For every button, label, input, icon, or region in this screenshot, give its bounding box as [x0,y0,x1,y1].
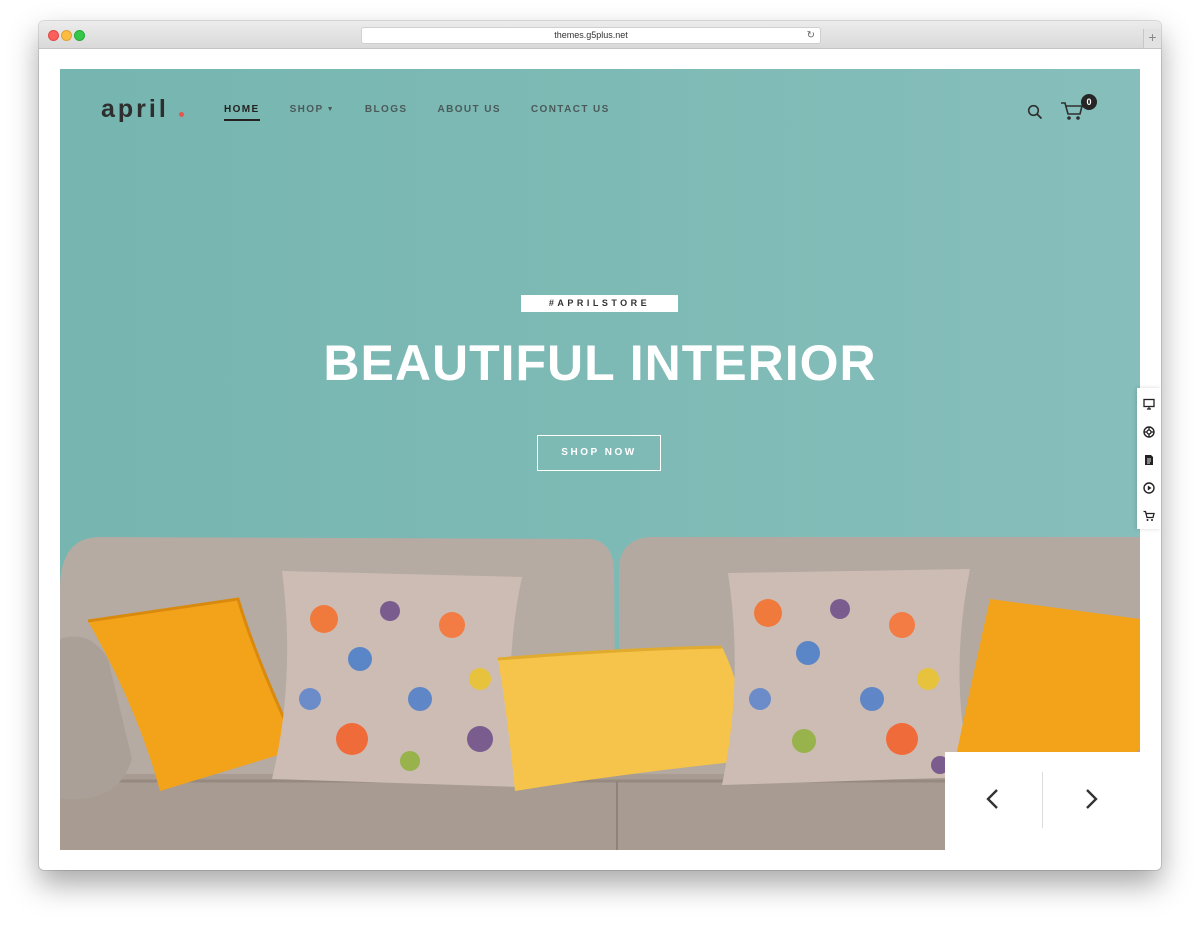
lifebuoy-icon[interactable] [1143,426,1155,438]
side-toolbar [1137,388,1161,529]
new-tab-button[interactable]: + [1143,29,1161,48]
nav-home-label: HOME [224,104,260,115]
browser-toolbar: themes.g5plus.net ↻ + [39,21,1161,49]
nav-about-us[interactable]: ABOUT US [437,104,500,121]
hero-headline: BEAUTIFUL INTERIOR [323,335,877,391]
nav-contact-us-label: CONTACT US [530,104,610,115]
url-text: themes.g5plus.net [554,30,628,40]
slider-controls [945,752,1140,850]
main-nav: HOME SHOP ▼ BLOGS ABOUT US CONTACT US [224,104,640,121]
zoom-window-button[interactable] [74,30,85,41]
chevron-left-icon[interactable] [982,786,1004,812]
logo-dot [179,112,184,117]
cart-count-badge: 0 [1081,94,1097,110]
hero-section: april HOME SHOP ▼ BLOGS ABOUT US CONTACT … [60,69,1140,850]
nav-shop-label: SHOP [289,104,324,115]
search-icon[interactable] [1027,104,1043,120]
logo-text: april [101,95,169,123]
monitor-icon[interactable] [1143,398,1155,410]
slider-divider [1042,772,1043,828]
hero-tag: #APRILSTORE [521,295,678,312]
browser-window: themes.g5plus.net ↻ + april HOME SHOP ▼ … [39,21,1161,870]
document-icon[interactable] [1143,454,1155,466]
nav-contact-us[interactable]: CONTACT US [531,104,610,121]
close-window-button[interactable] [48,30,59,41]
reload-icon[interactable]: ↻ [807,28,815,43]
nav-blogs-label: BLOGS [364,104,408,115]
chevron-right-icon[interactable] [1080,786,1102,812]
play-icon[interactable] [1143,482,1155,494]
logo[interactable]: april [101,93,191,123]
nav-about-us-label: ABOUT US [437,104,501,115]
nav-shop[interactable]: SHOP ▼ [290,104,335,121]
shop-now-button[interactable]: SHOP NOW [537,435,661,471]
minimize-window-button[interactable] [61,30,72,41]
nav-home[interactable]: HOME [224,104,260,121]
nav-blogs[interactable]: BLOGS [365,104,408,121]
cart-icon[interactable] [1143,510,1155,522]
address-bar[interactable]: themes.g5plus.net ↻ [361,27,821,44]
chevron-down-icon: ▼ [326,106,335,113]
